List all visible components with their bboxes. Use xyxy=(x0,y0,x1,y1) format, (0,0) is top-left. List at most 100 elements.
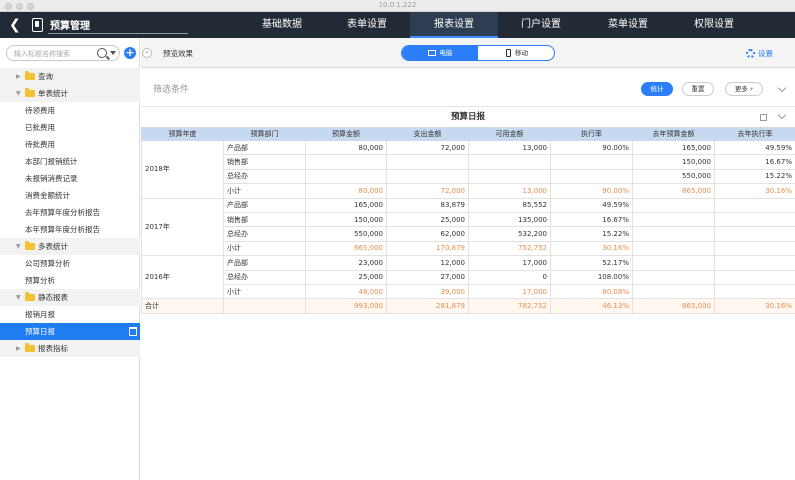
value-cell: 15.22% xyxy=(714,168,795,185)
value-cell: 17,000 xyxy=(468,283,551,300)
settings-label: 设置 xyxy=(758,49,773,58)
dept-cell: 产品部 xyxy=(223,197,306,213)
tree-item[interactable]: 已批费用 xyxy=(0,119,140,136)
column-header: 去年执行率 xyxy=(714,127,795,141)
tree-item[interactable]: 消费金额统计 xyxy=(0,187,140,204)
reset-button[interactable]: 重置 xyxy=(682,82,714,96)
tree-label: 报销月报 xyxy=(25,310,55,319)
caret-down-icon[interactable]: ▼ xyxy=(16,294,21,301)
value-cell: 72,000 xyxy=(386,139,469,156)
caret-down-icon[interactable]: ▼ xyxy=(16,243,21,250)
value-cell: 90.00% xyxy=(550,183,633,199)
search-icon[interactable] xyxy=(97,48,107,58)
total-cell: 993,000 xyxy=(305,298,387,314)
value-cell xyxy=(714,240,795,257)
tree-item[interactable]: 预算分析 xyxy=(0,272,140,289)
app-icon xyxy=(32,18,43,32)
tab-mobile[interactable]: 移动 xyxy=(478,46,554,60)
nav-tab[interactable]: 报表设置 xyxy=(410,12,498,38)
value-cell: 108.00% xyxy=(550,269,633,285)
sidebar-search[interactable]: 输入标题名称搜索 xyxy=(6,45,120,61)
caret-right-icon[interactable]: ▶ xyxy=(16,73,21,80)
value-cell: 12,000 xyxy=(386,255,469,271)
tree-group[interactable]: ▼ 多表统计 xyxy=(0,238,140,255)
value-cell xyxy=(714,226,795,242)
collapse-sidebar-icon[interactable]: » xyxy=(142,48,152,58)
more-button[interactable]: 更多 ▾ xyxy=(725,82,763,96)
value-cell: 39,000 xyxy=(386,283,469,300)
total-cell: 782,752 xyxy=(468,298,551,314)
nav-tab[interactable]: 权限设置 xyxy=(670,12,758,38)
search-input[interactable]: 输入标题名称搜索 xyxy=(14,49,70,59)
value-cell xyxy=(632,197,715,213)
report-area: 预算日报 预算年度 预算部门 预算金额 支出金额 可用金额 执行率 去年预算金额 去年执行率 … xyxy=(141,107,795,480)
value-cell xyxy=(632,240,715,257)
tree-label: 预算分析 xyxy=(25,276,55,285)
tree-group[interactable]: ▶ 查询 xyxy=(0,68,140,85)
nav-tab[interactable]: 表单设置 xyxy=(323,12,411,38)
chevron-down-icon[interactable] xyxy=(777,83,787,93)
caret-right-icon[interactable]: ▶ xyxy=(16,345,21,352)
tree-label: 消费金额统计 xyxy=(25,191,70,200)
folder-icon xyxy=(25,71,35,80)
tab-pc-label: 电脑 xyxy=(439,49,453,57)
trash-icon[interactable] xyxy=(129,327,137,336)
dept-cell: 总经办 xyxy=(223,269,306,285)
value-cell: 135,000 xyxy=(468,211,551,228)
stat-button[interactable]: 统计 xyxy=(641,82,673,96)
value-cell: 90.00% xyxy=(550,139,633,156)
value-cell: 62,000 xyxy=(386,226,469,242)
tree-group[interactable]: ▼ 单表统计 xyxy=(0,85,140,102)
value-cell: 13,000 xyxy=(468,139,551,156)
tree-label: 本部门报销统计 xyxy=(25,157,78,166)
value-cell: 0 xyxy=(468,269,551,285)
chevron-down-icon[interactable] xyxy=(110,51,116,55)
nav-tab[interactable]: 基础数据 xyxy=(238,12,326,38)
folder-icon xyxy=(25,241,35,250)
tree-item[interactable]: 待领费用 xyxy=(0,102,140,119)
caret-down-icon[interactable]: ▼ xyxy=(16,90,21,97)
dept-cell: 总经办 xyxy=(223,168,306,185)
value-cell xyxy=(386,168,469,185)
value-cell: 752,752 xyxy=(468,240,551,257)
subtotal-row: 小计 865,000 170,879 752,752 30.16% xyxy=(142,240,795,257)
value-cell: 72,000 xyxy=(386,183,469,199)
tree-item[interactable]: 预算日报 xyxy=(0,323,140,340)
tree-group[interactable]: ▶ 报表指标 xyxy=(0,340,140,357)
add-button[interactable]: + xyxy=(124,47,136,59)
total-cell: 281,879 xyxy=(386,298,469,314)
value-cell: 865,000 xyxy=(632,183,715,199)
value-cell: 16.67% xyxy=(550,211,633,228)
tree-label: 多表统计 xyxy=(38,242,68,251)
export-icon[interactable] xyxy=(760,114,767,121)
more-label: 更多 xyxy=(734,85,748,93)
tree-item[interactable]: 本部门报销统计 xyxy=(0,153,140,170)
value-cell: 150,000 xyxy=(632,154,715,170)
tree-item[interactable]: 待批费用 xyxy=(0,136,140,153)
value-cell xyxy=(632,283,715,300)
device-switch[interactable]: 电脑 移动 xyxy=(401,45,555,61)
tree-group[interactable]: ▼ 静态报表 xyxy=(0,289,140,306)
value-cell: 865,000 xyxy=(305,240,387,257)
mobile-icon xyxy=(506,49,511,57)
year-cell: 2017年 xyxy=(141,197,224,257)
tree-item[interactable]: 本年预算年度分析报告 xyxy=(0,221,140,238)
nav-tab[interactable]: 门户设置 xyxy=(497,12,585,38)
back-arrow-icon[interactable]: ❮ xyxy=(9,16,23,34)
value-cell: 80,000 xyxy=(305,139,387,156)
value-cell: 170,879 xyxy=(386,240,469,257)
tree-item[interactable]: 未报销消费记录 xyxy=(0,170,140,187)
value-cell xyxy=(632,269,715,285)
value-cell: 80,000 xyxy=(305,183,387,199)
value-cell xyxy=(632,226,715,242)
tab-pc[interactable]: 电脑 xyxy=(402,46,478,60)
app-title: 预算管理 xyxy=(50,21,90,32)
total-label: 合计 xyxy=(141,298,224,314)
tree-item[interactable]: 公司预算分析 xyxy=(0,255,140,272)
nav-tab[interactable]: 菜单设置 xyxy=(584,12,672,38)
settings-button[interactable]: 设置 xyxy=(746,48,773,59)
value-cell: 52.17% xyxy=(550,255,633,271)
tree-item[interactable]: 报销月报 xyxy=(0,306,140,323)
total-row: 合计 993,000 281,879 782,752 46.13% 865,000 30.1… xyxy=(141,298,795,314)
tree-item[interactable]: 去年预算年度分析报告 xyxy=(0,204,140,221)
